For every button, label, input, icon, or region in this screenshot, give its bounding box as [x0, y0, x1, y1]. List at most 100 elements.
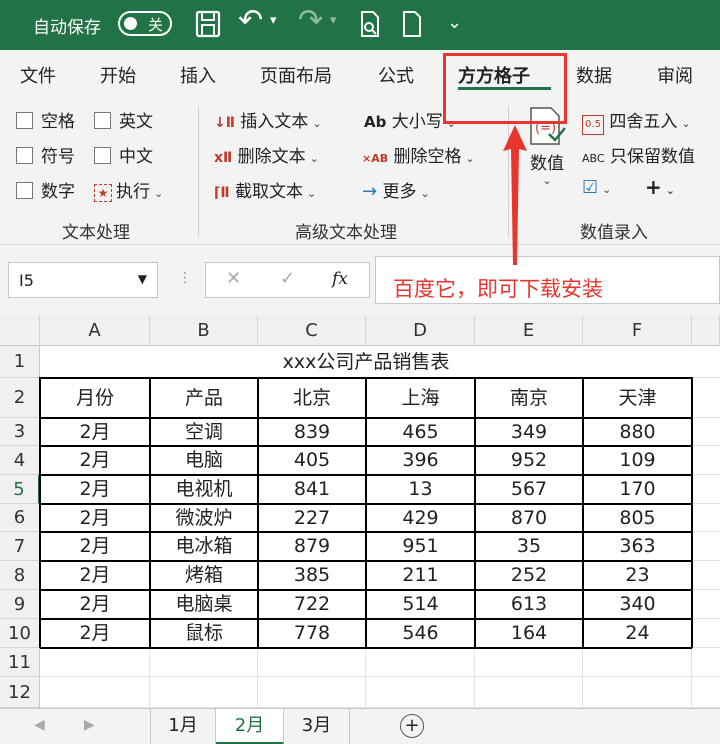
undo-dropdown-icon[interactable]: ▾ — [270, 13, 277, 43]
customize-toolbar-icon[interactable]: ⌄ — [447, 12, 462, 42]
table-cell[interactable]: 2月 — [40, 504, 150, 532]
column-header[interactable]: A — [40, 315, 150, 346]
tab-page-layout[interactable]: 页面布局 — [260, 62, 332, 88]
checkbox-english[interactable]: 英文 — [94, 107, 153, 132]
row-header[interactable]: 1 — [0, 346, 40, 378]
table-cell[interactable]: 349 — [475, 418, 583, 446]
keep-values-button[interactable]: ABC 只保留数值 — [582, 142, 695, 167]
table-cell[interactable]: 2月 — [40, 532, 150, 561]
round-button[interactable]: 0.5 四舍五入 ⌄ — [582, 107, 691, 135]
table-cell[interactable]: 23 — [583, 561, 692, 590]
tab-data[interactable]: 数据 — [576, 62, 612, 88]
table-cell[interactable]: 2月 — [40, 475, 150, 504]
checkbox-symbol[interactable]: 符号 — [16, 142, 75, 167]
table-cell[interactable]: 170 — [583, 475, 692, 504]
checkbox-chinese[interactable]: 中文 — [94, 142, 153, 167]
table-cell[interactable]: 879 — [258, 532, 366, 561]
add-button[interactable]: + ⌄ — [645, 175, 675, 199]
redo-icon[interactable]: ↷ — [298, 6, 323, 36]
table-cell[interactable]: 电脑 — [150, 446, 258, 475]
edit-button[interactable]: ☑ ⌄ — [582, 177, 611, 198]
table-cell[interactable]: 227 — [258, 504, 366, 532]
column-header[interactable]: D — [366, 315, 475, 346]
print-preview-icon[interactable] — [358, 9, 382, 39]
tab-review[interactable]: 审阅 — [657, 62, 693, 88]
table-cell[interactable]: 2月 — [40, 561, 150, 590]
table-cell[interactable]: 空调 — [150, 418, 258, 446]
add-sheet-icon[interactable]: + — [400, 714, 424, 738]
extract-text-button[interactable]: ⌈Ⅱ 截取文本 ⌄ — [214, 177, 316, 202]
table-cell[interactable]: 烤箱 — [150, 561, 258, 590]
name-box[interactable]: I5 ▼ — [8, 262, 158, 298]
sheet-tab-jan[interactable]: 1月 — [150, 709, 216, 744]
table-cell[interactable]: 2月 — [40, 590, 150, 619]
table-cell[interactable]: 841 — [258, 475, 366, 504]
redo-dropdown-icon[interactable]: ▾ — [330, 13, 337, 43]
more-button[interactable]: → 更多 ⌄ — [362, 177, 430, 202]
column-header[interactable]: B — [150, 315, 258, 346]
row-header[interactable]: 3 — [0, 418, 40, 446]
table-cell[interactable]: 109 — [583, 446, 692, 475]
checkbox-number[interactable]: 数字 — [16, 177, 75, 202]
table-cell[interactable]: 870 — [475, 504, 583, 532]
table-cell[interactable]: 电脑桌 — [150, 590, 258, 619]
table-cell[interactable]: 13 — [366, 475, 475, 504]
row-header[interactable]: 12 — [0, 677, 40, 708]
sheet-tab-mar[interactable]: 3月 — [284, 709, 350, 744]
autosave-toggle[interactable]: 关 — [118, 11, 172, 36]
row-header[interactable]: 9 — [0, 590, 40, 619]
table-cell[interactable]: 465 — [366, 418, 475, 446]
delete-text-button[interactable]: ⅹⅡ 删除文本 ⌄ — [214, 142, 319, 167]
column-header[interactable] — [692, 315, 720, 346]
table-cell[interactable]: 鼠标 — [150, 619, 258, 648]
sheet-tab-feb[interactable]: 2月 — [216, 709, 284, 744]
tab-home[interactable]: 开始 — [100, 62, 136, 88]
table-cell[interactable]: 2月 — [40, 418, 150, 446]
resize-handle-icon[interactable]: ⋮ — [178, 270, 192, 286]
save-icon[interactable] — [194, 9, 222, 39]
table-cell[interactable]: 电视机 — [150, 475, 258, 504]
table-cell[interactable]: 546 — [366, 619, 475, 648]
table-cell[interactable]: 微波炉 — [150, 504, 258, 532]
table-cell[interactable]: 567 — [475, 475, 583, 504]
table-cell[interactable]: 164 — [475, 619, 583, 648]
table-cell[interactable]: 429 — [366, 504, 475, 532]
table-cell[interactable]: 2月 — [40, 446, 150, 475]
row-header[interactable]: 5 — [0, 475, 40, 504]
table-cell[interactable]: 340 — [583, 590, 692, 619]
row-header[interactable]: 10 — [0, 619, 40, 648]
table-cell[interactable]: 211 — [366, 561, 475, 590]
cancel-icon[interactable]: ✕ — [226, 268, 241, 289]
column-header[interactable]: F — [583, 315, 692, 346]
table-cell[interactable]: 252 — [475, 561, 583, 590]
spreadsheet-grid[interactable]: A B C D E F 1 2 3 4 5 6 7 8 9 10 11 12 xxx公司产品销售表 月份 产品 北京 上海南… — [0, 315, 720, 708]
table-cell[interactable]: 396 — [366, 446, 475, 475]
row-header[interactable]: 4 — [0, 446, 40, 475]
table-cell[interactable]: 722 — [258, 590, 366, 619]
table-cell[interactable]: 514 — [366, 590, 475, 619]
execute-button[interactable]: ★ 执行 ⌄ — [94, 177, 163, 202]
undo-icon[interactable]: ↶ — [238, 6, 263, 36]
confirm-icon[interactable]: ✓ — [280, 268, 295, 289]
table-cell[interactable]: 951 — [366, 532, 475, 561]
tab-file[interactable]: 文件 — [20, 62, 56, 88]
fx-icon[interactable]: fx — [332, 269, 348, 289]
checkbox-space[interactable]: 空格 — [16, 107, 75, 132]
tab-formulas[interactable]: 公式 — [378, 62, 414, 88]
row-header[interactable]: 11 — [0, 648, 40, 677]
table-cell[interactable]: 2月 — [40, 619, 150, 648]
row-header[interactable]: 8 — [0, 561, 40, 590]
column-header[interactable]: C — [258, 315, 366, 346]
scroll-left-icon[interactable]: ◀ — [34, 717, 45, 733]
row-header[interactable]: 6 — [0, 504, 40, 532]
table-cell[interactable]: 405 — [258, 446, 366, 475]
column-header[interactable]: E — [475, 315, 583, 346]
table-cell[interactable]: 613 — [475, 590, 583, 619]
table-cell[interactable]: 363 — [583, 532, 692, 561]
table-cell[interactable]: 电冰箱 — [150, 532, 258, 561]
tab-insert[interactable]: 插入 — [180, 62, 216, 88]
row-header[interactable]: 2 — [0, 378, 40, 418]
insert-text-button[interactable]: ↓Ⅱ 插入文本 ⌄ — [214, 107, 322, 132]
table-cell[interactable]: 952 — [475, 446, 583, 475]
table-cell[interactable]: 839 — [258, 418, 366, 446]
